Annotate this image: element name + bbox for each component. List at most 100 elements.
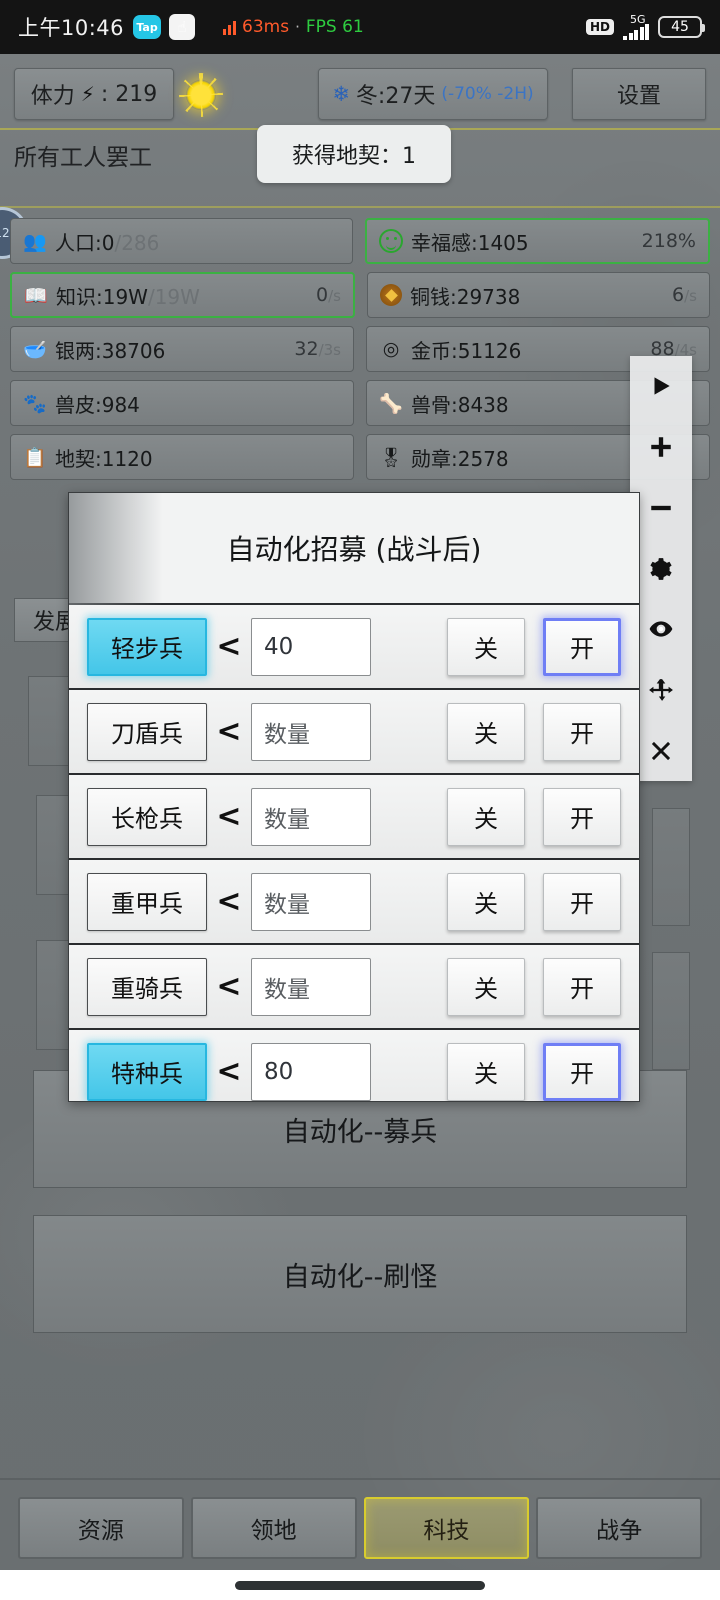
unit-type-button[interactable]: 刀盾兵 [87,702,207,761]
toggle-off-button[interactable]: 关 [447,617,525,676]
resource-label: 人口:0/286 [55,230,160,255]
threshold-input[interactable]: 数量 [251,787,371,846]
toggle-off-button[interactable]: 关 [447,702,525,761]
people-icon: 👥 [23,230,47,253]
less-than-symbol: < [216,884,242,919]
nav-home-pill[interactable] [235,1580,485,1590]
unit-type-button[interactable]: 轻步兵 [87,617,207,676]
recruit-row: 刀盾兵 < 数量 关开 [69,690,639,775]
toggle-on-button[interactable]: 开 [543,787,621,846]
background-panel-d [652,808,690,926]
season-indicator[interactable]: ❄ 冬:27天 (-70% -2H) [318,68,548,120]
stamina-indicator[interactable]: 体力 ⚡ : 219 [14,68,174,120]
resource-rate: 32/3s [294,338,341,360]
resource-row: 📋 地契:1120 🎖 勋章:2578 [0,434,720,488]
recruit-row: 特种兵 <80 关开 [69,1030,639,1101]
toggle-off-button[interactable]: 关 [447,1042,525,1101]
resource-label: 兽皮:984 [55,392,140,417]
less-than-symbol: < [216,969,242,1004]
bottom-tab-科技[interactable]: 科技 [363,1497,530,1559]
play-icon[interactable] [630,356,692,417]
resource-cell-copper-coin[interactable]: 铜钱:29738 6/s [367,272,710,318]
unit-type-button[interactable]: 重甲兵 [87,872,207,931]
cellular-bars-icon [623,24,649,40]
resource-label: 铜钱:29738 [410,284,521,309]
toggle-on-button[interactable]: 开 [543,872,621,931]
network-latency-indicator: 63ms · FPS 61 [223,17,364,37]
toggle-off-button[interactable]: 关 [447,957,525,1016]
resource-cell-happy-face[interactable]: 幸福感:1405 218% [365,218,710,264]
toggle-off-button[interactable]: 关 [447,787,525,846]
unit-type-button[interactable]: 特种兵 [87,1042,207,1101]
toggle-on-button[interactable]: 开 [543,617,621,676]
hd-icon: HD [585,19,614,35]
modal-title: 自动化招募 (战斗后) [226,533,482,566]
network-type-label: 5G [630,13,646,26]
resource-cell-silver-ingot[interactable]: 🥣 银两:38706 32/3s [10,326,354,372]
unit-type-button[interactable]: 重骑兵 [87,957,207,1016]
toggle-on-button[interactable]: 开 [543,702,621,761]
bottom-tab-战争[interactable]: 战争 [536,1497,702,1559]
resource-label: 知识:19W/19W [56,284,200,309]
app-badge-icon: ☝ [169,14,196,40]
resource-label: 银两:38706 [55,338,166,363]
toggle-off-button[interactable]: 关 [447,872,525,931]
toast-message: 获得地契：1 [257,125,451,183]
bottom-tab-领地[interactable]: 领地 [190,1497,357,1559]
tap-badge-icon: Tap [133,15,162,39]
resource-row: 👥 人口:0/286 幸福感:1405 218% [0,218,720,272]
toggle-on-button[interactable]: 开 [543,1042,621,1101]
resource-cell-deed[interactable]: 📋 地契:1120 [10,434,354,480]
resource-label: 地契:1120 [55,446,153,471]
resource-label: 金币:51126 [411,338,522,363]
season-text: 冬:27天 [355,84,436,109]
resource-cell-beast-hide[interactable]: 🐾 兽皮:984 [10,380,354,426]
settings-button[interactable]: 设置 [572,68,706,120]
system-nav-bar [0,1570,720,1600]
resource-label: 幸福感:1405 [411,230,529,255]
threshold-input[interactable]: 数量 [251,702,371,761]
less-than-symbol: < [216,799,242,834]
threshold-input[interactable]: 数量 [251,872,371,931]
resource-cell-book[interactable]: 📖 知识:19W/19W 0/s [10,272,355,318]
status-bar: 上午10:46 Tap ☝ 63ms · FPS 61 HD 5G 45 [0,0,720,54]
sun-icon [179,73,223,117]
lightning-icon: ⚡ [80,82,95,106]
battery-icon: 45 [658,16,705,38]
threshold-input[interactable]: 80 [251,1042,371,1101]
beast-hide-icon: 🐾 [23,392,47,415]
happy-face-icon [379,229,403,253]
toggle-on-button[interactable]: 开 [543,957,621,1016]
automation-grind-button[interactable]: 自动化--刷怪 [33,1215,687,1333]
less-than-symbol: < [216,629,242,664]
resource-cell-people[interactable]: 👥 人口:0/286 [10,218,353,264]
book-icon: 📖 [24,284,48,307]
threshold-input[interactable]: 40 [251,617,371,676]
gold-coin-icon: ◎ [382,338,400,360]
background-panel-e [652,952,690,1070]
fps-value: FPS 61 [305,17,364,37]
recruit-row: 轻步兵 <40 关开 [69,605,639,690]
medal-icon: 🎖 [378,446,404,469]
signal-bars-icon [223,20,237,35]
recruit-row: 长枪兵 < 数量 关开 [69,775,639,860]
header-divider-2 [0,206,720,208]
bottom-tab-资源[interactable]: 资源 [18,1497,184,1559]
resource-row: 🥣 银两:38706 32/3s ◎ 金币:51126 88/4s [0,326,720,380]
status-right-cluster: HD 5G 45 [585,13,705,40]
copper-coin-icon [380,284,402,306]
snowflake-icon: ❄ [332,82,350,106]
resource-row: 📖 知识:19W/19W 0/s 铜钱:29738 6/s [0,272,720,326]
plus-icon[interactable] [630,417,692,478]
resource-rate: 6/s [672,284,697,306]
silver-ingot-icon: 🥣 [23,338,47,361]
resource-label: 兽骨:8438 [411,392,509,417]
app-root: 上午10:46 Tap ☝ 63ms · FPS 61 HD 5G 45 体力 … [0,0,720,1600]
unit-type-button[interactable]: 长枪兵 [87,787,207,846]
less-than-symbol: < [216,714,242,749]
stamina-value: : 219 [100,81,158,107]
bottom-divider [0,1478,720,1480]
threshold-input[interactable]: 数量 [251,957,371,1016]
stamina-label: 体力 [30,84,75,109]
resource-rate: 218% [641,230,696,252]
